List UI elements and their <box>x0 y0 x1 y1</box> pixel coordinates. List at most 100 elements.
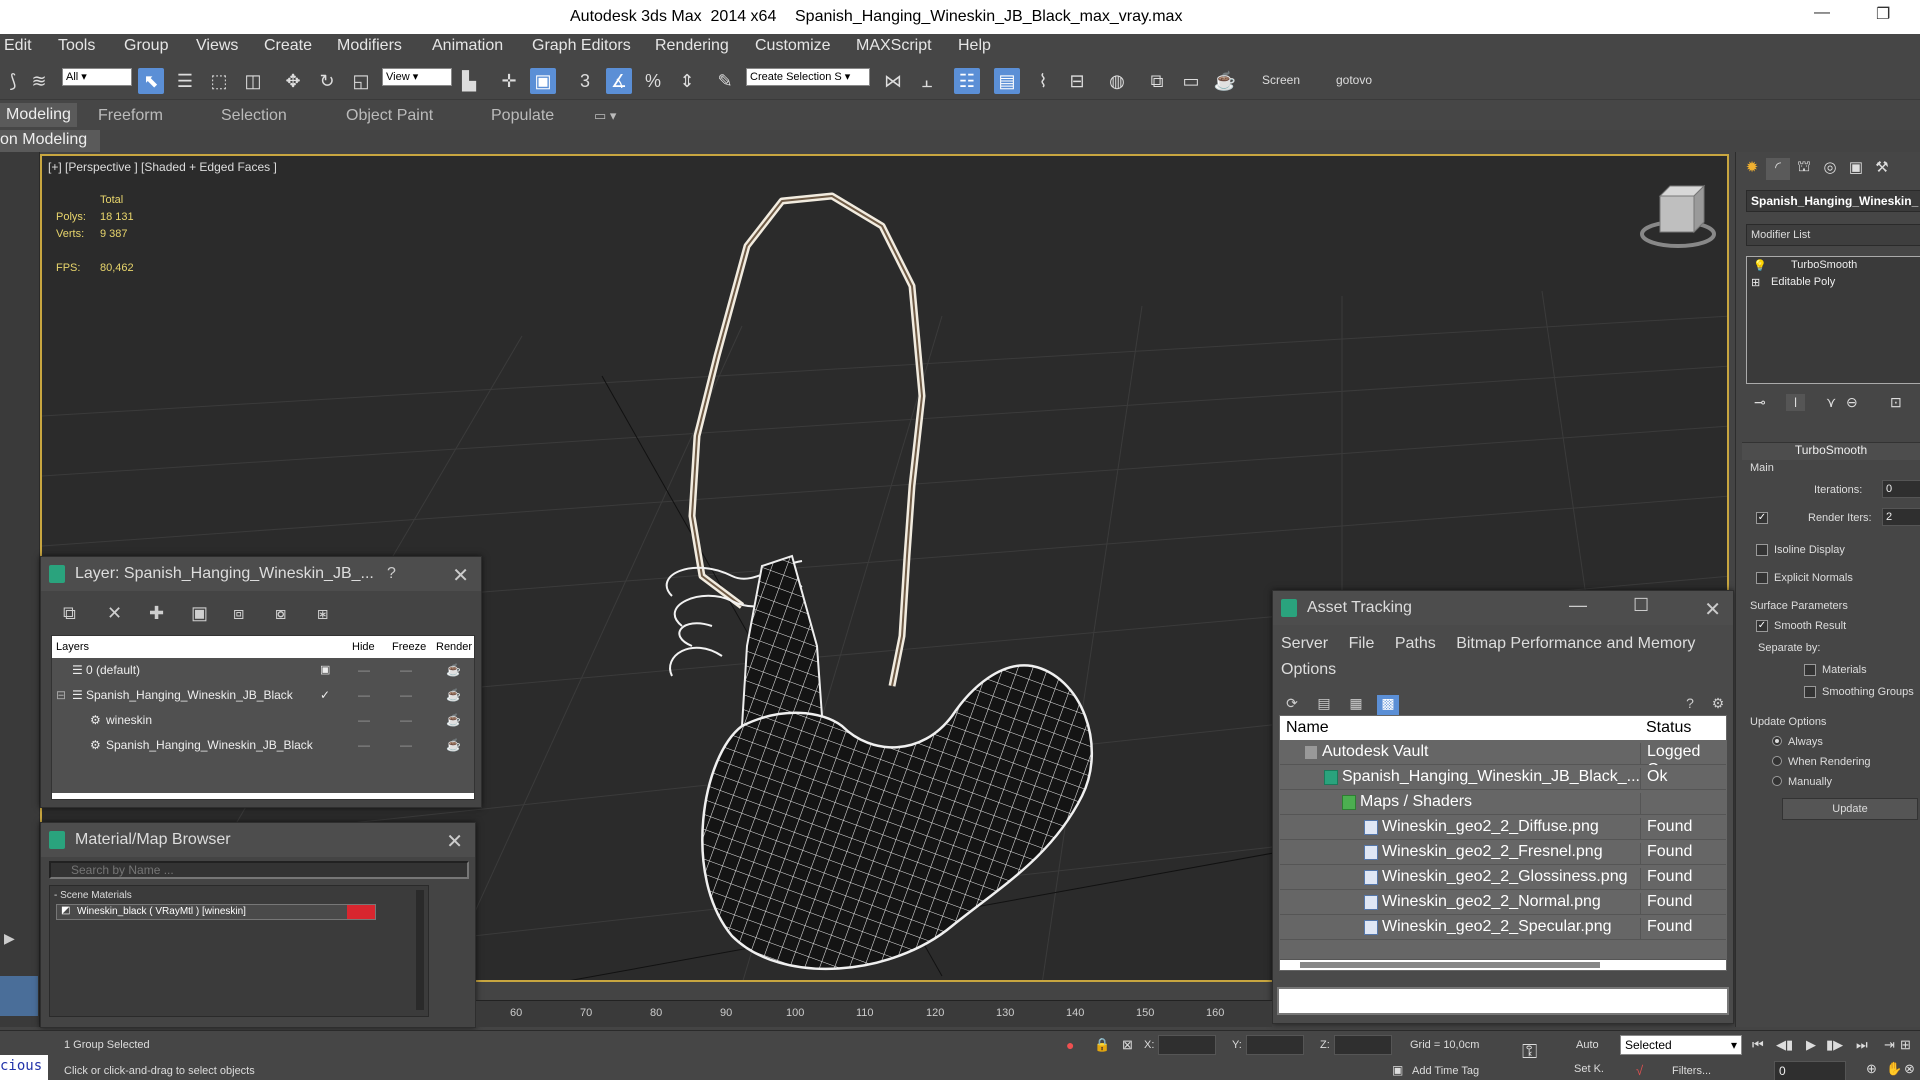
zoom-extents-icon[interactable]: ⊕ <box>1866 1061 1877 1077</box>
help-icon[interactable]: ? <box>1679 695 1701 715</box>
snaps-toggle-icon[interactable]: 3 <box>572 68 598 94</box>
view-cube[interactable] <box>1640 184 1716 248</box>
time-tag-icon[interactable]: ▣ <box>1392 1063 1403 1077</box>
list-view-icon[interactable]: ▤ <box>1313 695 1335 715</box>
highlight-layer-icon[interactable]: ⧈ <box>233 603 244 624</box>
minimize-button[interactable]: — <box>1814 4 1830 22</box>
render-iters-checkbox[interactable]: ✓ <box>1756 512 1768 524</box>
auto-key-button[interactable]: Auto <box>1576 1039 1599 1051</box>
menu-maxscript[interactable]: MAXScript <box>856 37 932 55</box>
table-row[interactable]: Wineskin_geo2_2_Normal.png Found <box>1280 890 1726 918</box>
next-frame-icon[interactable]: ▮▶ <box>1826 1037 1843 1053</box>
ribbon-panel-label[interactable]: on Modeling <box>0 130 100 152</box>
utilities-tab-icon[interactable]: ⚒ <box>1870 158 1894 180</box>
hierarchy-tab-icon[interactable]: ⛫ <box>1792 158 1816 180</box>
table-row[interactable] <box>1280 940 1726 960</box>
lightbulb-icon[interactable]: 💡 <box>1753 259 1767 272</box>
asset-tracking-titlebar[interactable]: Asset Tracking — ☐ ✕ <box>1273 591 1733 625</box>
motion-tab-icon[interactable]: ◎ <box>1818 158 1842 180</box>
menu-views[interactable]: Views <box>196 37 238 55</box>
rectangular-selection-icon[interactable]: ⬚ <box>206 68 232 94</box>
select-in-layer-icon[interactable]: ▣ <box>191 603 208 624</box>
remove-modifier-icon[interactable]: ⊖ <box>1846 394 1858 411</box>
settings-icon[interactable]: ⚙ <box>1707 695 1729 715</box>
table-row[interactable]: Maps / Shaders <box>1280 790 1726 818</box>
menu-help[interactable]: Help <box>958 37 991 55</box>
freeze-toggle[interactable]: — <box>400 688 412 702</box>
layer-table-scrollbar[interactable] <box>52 793 474 799</box>
table-row[interactable]: Wineskin_geo2_2_Fresnel.png Found <box>1280 840 1726 868</box>
configure-modifier-sets-icon[interactable]: ⊡ <box>1890 394 1902 411</box>
selection-filter-dropdown[interactable]: All ▾ <box>62 68 132 86</box>
rendered-frame-window-icon[interactable]: ▭ <box>1178 68 1204 94</box>
when-rendering-radio[interactable] <box>1772 756 1782 766</box>
table-row[interactable]: Wineskin_geo2_2_Diffuse.png Found <box>1280 815 1726 843</box>
checkmark-icon[interactable]: ✓ <box>320 688 330 702</box>
help-button[interactable]: ? <box>387 565 396 583</box>
select-by-name-icon[interactable]: ☰ <box>172 68 198 94</box>
asset-status-field[interactable] <box>1277 987 1729 1015</box>
menu-create[interactable]: Create <box>264 37 312 55</box>
minimize-icon[interactable]: — <box>1569 595 1587 616</box>
hide-toggle[interactable]: — <box>358 713 370 727</box>
curve-editor-icon[interactable]: ⌇ <box>1030 68 1056 94</box>
col-name[interactable]: Name <box>1286 719 1329 737</box>
keyboard-shortcut-override-icon[interactable]: ▣ <box>530 68 556 94</box>
freeze-toggle[interactable]: — <box>400 738 412 752</box>
current-layer-icon[interactable]: ▣ <box>320 663 330 676</box>
use-pivot-icon[interactable]: ▙ <box>456 68 482 94</box>
stack-item-editable-poly[interactable]: ⊞ Editable Poly <box>1747 276 1920 292</box>
explicit-normals-checkbox[interactable] <box>1756 572 1768 584</box>
menu-paths[interactable]: Paths <box>1395 635 1436 652</box>
selection-lock-icon[interactable]: 🔒 <box>1094 1037 1110 1053</box>
render-setup-icon[interactable]: ⧉ <box>1144 68 1170 94</box>
key-icon[interactable]: ⚿ <box>1522 1041 1537 1064</box>
timeline[interactable]: 60 70 80 90 100 110 120 130 140 150 160 <box>476 1000 1272 1027</box>
iterations-spinner[interactable]: 0 <box>1882 480 1920 498</box>
spinner-snap-icon[interactable]: ⇕ <box>674 68 700 94</box>
menu-group[interactable]: Group <box>124 37 168 55</box>
create-tab-icon[interactable]: ✹ <box>1740 158 1764 180</box>
isolate-selection-icon[interactable]: ● <box>1066 1037 1074 1053</box>
hide-all-icon[interactable]: ⧇ <box>275 603 286 624</box>
menu-animation[interactable]: Animation <box>432 37 503 55</box>
col-freeze[interactable]: Freeze <box>392 641 426 653</box>
tab-modeling[interactable]: Modeling <box>0 103 77 127</box>
expand-arrow-icon[interactable]: ▶ <box>4 930 15 947</box>
create-layer-icon[interactable]: ⧉ <box>63 603 76 624</box>
previous-frame-icon[interactable]: ◀▮ <box>1776 1037 1793 1053</box>
isoline-display-checkbox[interactable] <box>1756 544 1768 556</box>
menu-customize[interactable]: Customize <box>755 37 831 55</box>
col-layers[interactable]: Layers <box>56 641 89 653</box>
maximize-button[interactable]: ❐ <box>1876 4 1890 24</box>
table-row[interactable]: Spanish_Hanging_Wineskin_JB_Black_... Ok <box>1280 765 1726 793</box>
bind-space-warp-icon[interactable]: ≋ <box>26 68 52 94</box>
display-tab-icon[interactable]: ▣ <box>1844 158 1868 180</box>
play-icon[interactable]: ▶ <box>1806 1037 1816 1053</box>
table-row[interactable]: Autodesk Vault Logged O... <box>1280 740 1726 778</box>
tab-populate[interactable]: Populate <box>491 107 554 125</box>
show-end-result-icon[interactable]: ⏽ <box>1786 394 1806 411</box>
rollout-title[interactable]: TurboSmooth <box>1742 442 1920 460</box>
smooth-result-checkbox[interactable]: ✓ <box>1756 620 1768 632</box>
table-row[interactable]: ⚙ wineskin — — ☕ <box>52 708 474 732</box>
menu-options[interactable]: Options <box>1281 661 1336 678</box>
viewport-label[interactable]: [+] [Perspective ] [Shaded + Edged Faces… <box>48 160 277 174</box>
link-icon[interactable]: ⟆ <box>0 68 26 94</box>
table-row[interactable]: ⚙ Spanish_Hanging_Wineskin_JB_Black — — … <box>52 733 474 757</box>
manually-radio[interactable] <box>1772 776 1782 786</box>
screen-label[interactable]: Screen <box>1262 73 1300 87</box>
freeze-toggle[interactable]: — <box>400 663 412 677</box>
key-mode-icon[interactable]: ⇥ <box>1884 1037 1895 1053</box>
expand-icon[interactable]: ⊞ <box>1751 276 1760 289</box>
named-selection-set-dropdown[interactable]: Create Selection S ▾ <box>746 68 870 86</box>
align-icon[interactable]: ⫠ <box>914 68 940 94</box>
z-coordinate-field[interactable] <box>1334 1035 1392 1055</box>
edit-named-selection-icon[interactable]: ✎ <box>712 68 738 94</box>
go-to-start-icon[interactable]: ⏮ <box>1752 1037 1764 1053</box>
layer-manager-icon[interactable]: ☷ <box>954 68 980 94</box>
table-view-icon[interactable]: ▩ <box>1377 695 1399 715</box>
group-header[interactable]: - Scene Materials <box>54 890 132 901</box>
tab-freeform[interactable]: Freeform <box>98 107 163 125</box>
percent-snap-icon[interactable]: % <box>640 68 666 94</box>
